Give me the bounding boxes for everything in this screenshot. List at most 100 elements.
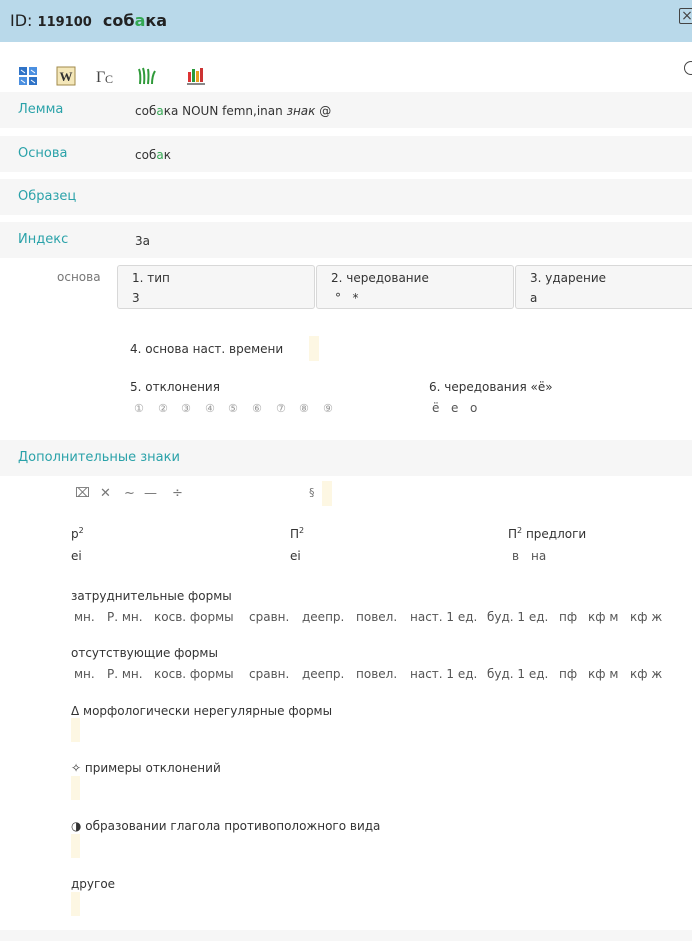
deviation-4[interactable]: ④ — [205, 402, 215, 415]
present-stem-label: 4. основа наст. времени — [130, 342, 284, 356]
stress-value: а — [530, 291, 538, 305]
missing-short-f[interactable]: кф ж — [630, 667, 662, 681]
osnova-value[interactable]: собак — [135, 148, 171, 162]
grass-icon[interactable] — [137, 66, 157, 86]
id-number: 119100 — [37, 15, 92, 30]
present-stem-input[interactable] — [309, 336, 319, 361]
deviation-9[interactable]: ⑨ — [323, 402, 333, 415]
lemma-value[interactable]: собака NOUN femn,inan знак @ — [135, 104, 331, 118]
difficult-present-1sg[interactable]: наст. 1 ед. — [410, 610, 477, 624]
missing-gerund[interactable]: деепр. — [302, 667, 344, 681]
missing-forms-label: отсутствующие формы — [71, 646, 218, 660]
svg-text:С: С — [105, 72, 113, 86]
difficult-pf[interactable]: пф — [559, 610, 577, 624]
nkrya-icon[interactable] — [186, 66, 206, 86]
wikipedia-icon[interactable]: W — [56, 66, 76, 86]
alternation-title: 2. чередование — [331, 271, 429, 285]
yo-option-e[interactable]: е — [451, 401, 458, 415]
symbol-division[interactable]: ÷ — [172, 486, 183, 501]
difficult-comparative[interactable]: сравн. — [249, 610, 289, 624]
symbol-tilde[interactable]: ~ — [124, 486, 135, 501]
difficult-short-m[interactable]: кф м — [588, 610, 618, 624]
deviation-2[interactable]: ② — [158, 402, 168, 415]
index-label: Индекс — [18, 232, 69, 247]
missing-gen-pl[interactable]: Р. мн. — [107, 667, 143, 681]
svg-text:W: W — [60, 69, 73, 84]
index-row — [0, 222, 692, 258]
dialog-header: ID: 119100 собака × — [0, 0, 692, 42]
difficult-imperative[interactable]: повел. — [356, 610, 397, 624]
stress-box[interactable]: 3. ударение а — [515, 265, 692, 309]
deviation-5[interactable]: ⑤ — [228, 402, 238, 415]
difficult-forms-label: затруднительные формы — [71, 589, 232, 603]
p2-label: П2 — [290, 526, 305, 541]
alternation-box[interactable]: 2. чередование ° * — [316, 265, 514, 309]
missing-short-m[interactable]: кф м — [588, 667, 618, 681]
r2-label: р2 — [71, 526, 84, 541]
yo-label: 6. чередования «ё» — [429, 380, 553, 394]
symbol-x-box[interactable]: ⌧ — [75, 486, 90, 501]
deviation-3[interactable]: ③ — [181, 402, 191, 415]
symbol-dash[interactable]: — — [144, 486, 157, 501]
missing-pf[interactable]: пф — [559, 667, 577, 681]
irregular-forms-input[interactable] — [71, 718, 80, 742]
stress-title: 3. ударение — [530, 271, 607, 285]
osnova-section-label: основа — [57, 270, 101, 284]
symbol-cross[interactable]: ✕ — [100, 486, 111, 501]
obrazec-row — [0, 179, 692, 215]
id-label: ID: — [10, 11, 33, 30]
deviation-6[interactable]: ⑥ — [252, 402, 262, 415]
osnova-row — [0, 136, 692, 172]
lemma-label: Лемма — [18, 102, 64, 117]
deviation-1[interactable]: ① — [134, 402, 144, 415]
type-box[interactable]: 1. тип 3 — [117, 265, 315, 309]
wiktionary-icon[interactable] — [18, 66, 38, 86]
missing-imperative[interactable]: повел. — [356, 667, 397, 681]
missing-future-1sg[interactable]: буд. 1 ед. — [487, 667, 548, 681]
type-title: 1. тип — [132, 271, 170, 285]
svg-text:Г: Г — [96, 69, 105, 86]
aspect-label: ◑ образовании глагола противоположного в… — [71, 819, 381, 833]
r2-value[interactable]: еі — [71, 549, 82, 563]
difficult-oblique[interactable]: косв. формы — [154, 610, 234, 624]
aspect-input[interactable] — [71, 834, 80, 858]
deviations-label: 5. отклонения — [130, 380, 220, 394]
paragraph-input[interactable] — [322, 481, 332, 506]
entry-id: ID: 119100 собака — [10, 11, 167, 30]
difficult-gen-pl[interactable]: Р. мн. — [107, 610, 143, 624]
type-value: 3 — [132, 291, 140, 305]
other-input[interactable] — [71, 892, 80, 916]
yo-option-yo[interactable]: ё — [432, 401, 439, 415]
preposition-na[interactable]: на — [531, 549, 546, 563]
preposition-v[interactable]: в — [512, 549, 519, 563]
headword: собака — [102, 11, 168, 30]
difficult-gerund[interactable]: деепр. — [302, 610, 344, 624]
extra-signs-label: Дополнительные знаки — [18, 450, 180, 465]
examples-label: ✧ примеры отклонений — [71, 761, 221, 775]
irregular-forms-label: Δ морфологически нерегулярные формы — [71, 704, 333, 718]
symbol-paragraph[interactable]: § — [309, 486, 315, 499]
footer-row — [0, 930, 692, 941]
missing-pl[interactable]: мн. — [74, 667, 95, 681]
alternation-value: ° * — [335, 291, 359, 305]
search-icon[interactable] — [684, 61, 692, 75]
difficult-short-f[interactable]: кф ж — [630, 610, 662, 624]
missing-comparative[interactable]: сравн. — [249, 667, 289, 681]
other-label: другое — [71, 877, 116, 891]
missing-oblique[interactable]: косв. формы — [154, 667, 234, 681]
difficult-pl[interactable]: мн. — [74, 610, 95, 624]
index-value[interactable]: 3а — [135, 234, 150, 248]
difficult-future-1sg[interactable]: буд. 1 ед. — [487, 610, 548, 624]
osnova-label: Основа — [18, 146, 68, 161]
examples-input[interactable] — [71, 776, 80, 800]
missing-present-1sg[interactable]: наст. 1 ед. — [410, 667, 477, 681]
deviation-7[interactable]: ⑦ — [276, 402, 286, 415]
obrazec-label: Образец — [18, 189, 77, 204]
lemma-row — [0, 92, 692, 128]
deviation-8[interactable]: ⑧ — [299, 402, 309, 415]
gs-icon[interactable]: Г С — [95, 66, 115, 86]
p2-prepositions-label: П2 предлоги — [508, 526, 587, 541]
close-button[interactable]: × — [679, 8, 692, 24]
yo-option-o[interactable]: о — [470, 401, 477, 415]
p2-value[interactable]: еі — [290, 549, 301, 563]
